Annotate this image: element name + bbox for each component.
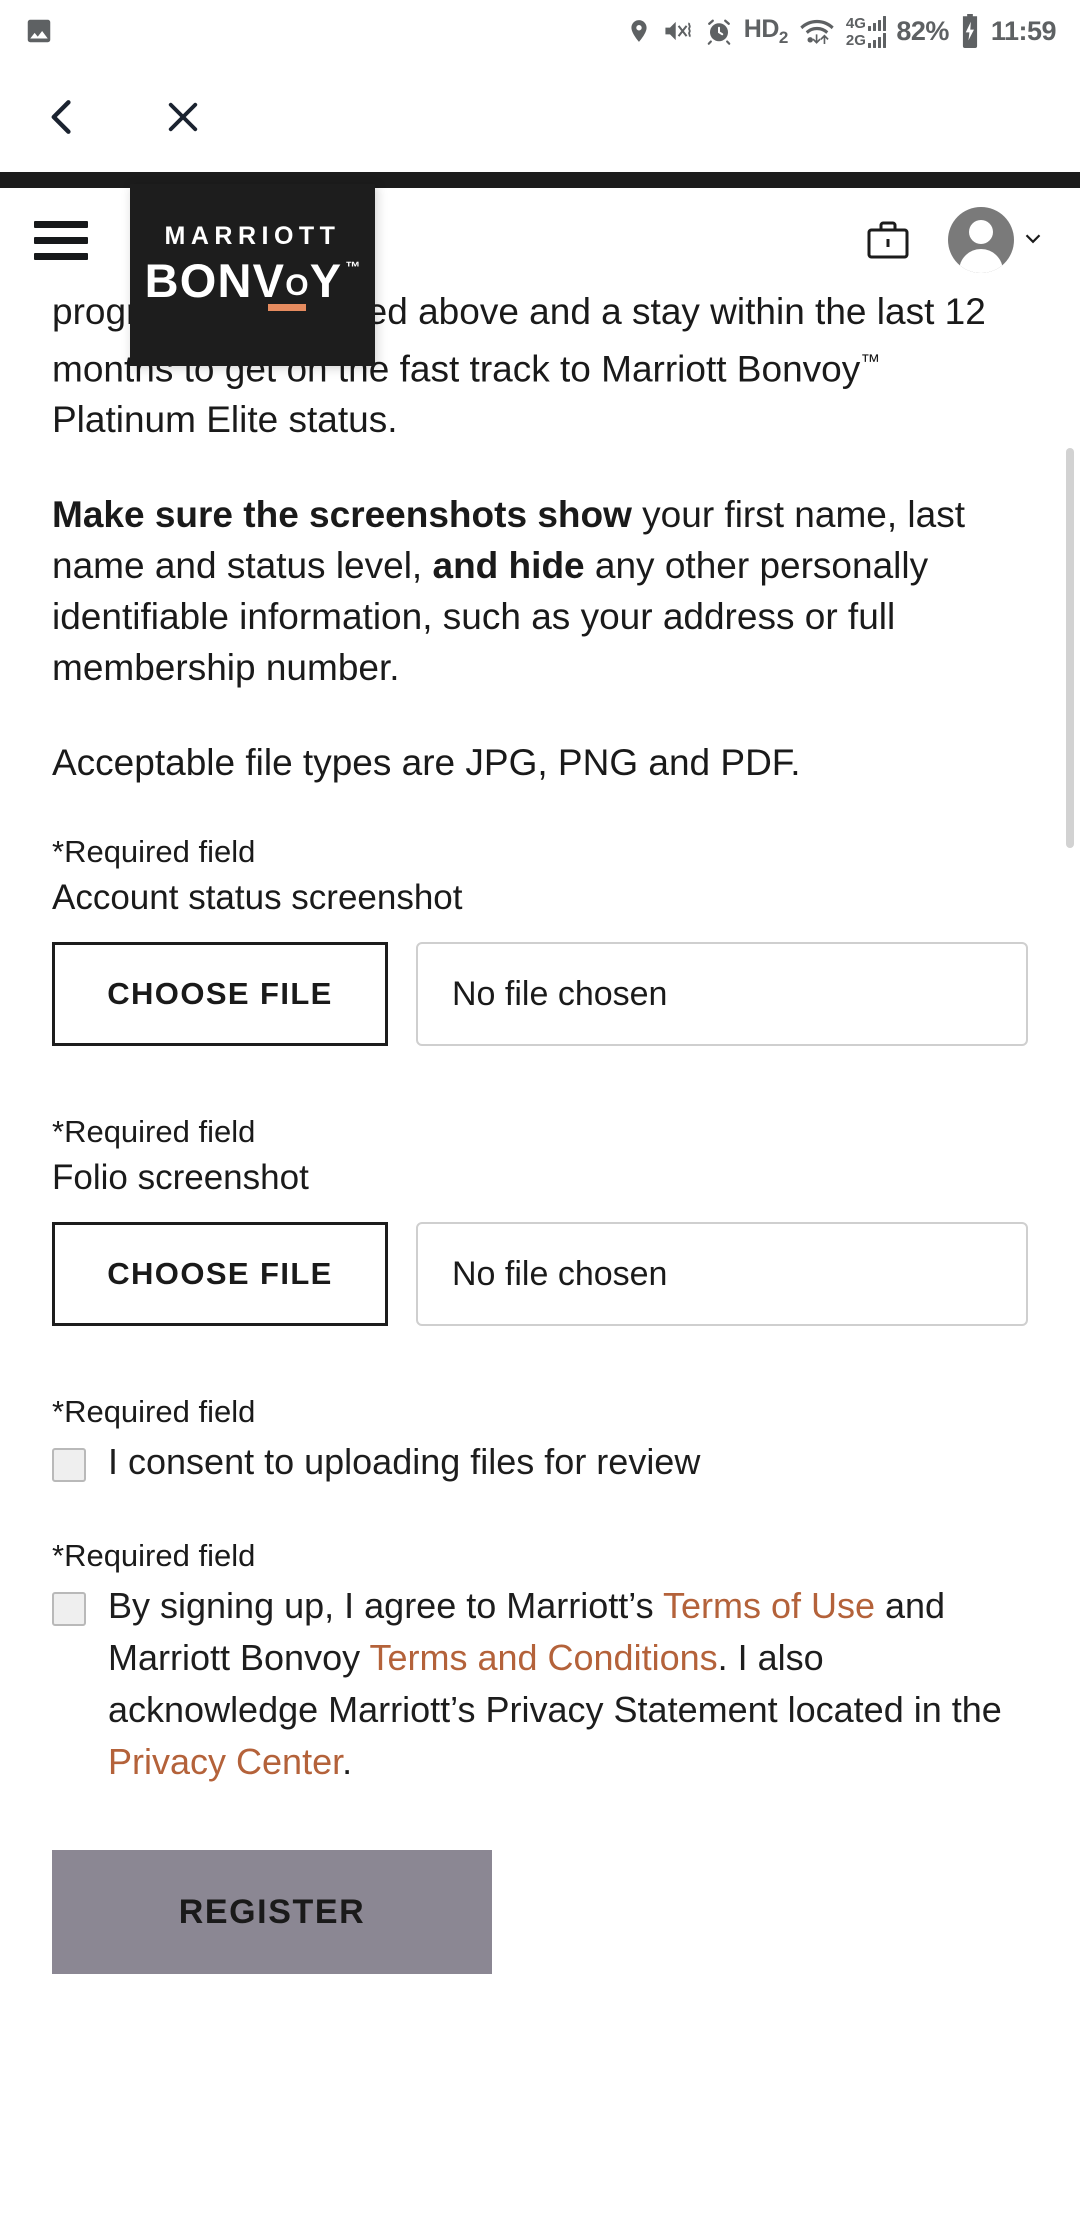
- logo-bonvoy-o: O: [285, 269, 310, 302]
- volume-mute-vibrate-icon: [662, 16, 694, 46]
- battery-percent-label: 82%: [896, 15, 949, 46]
- page-scrollbar[interactable]: [1066, 448, 1074, 848]
- accepted-file-types-text: Acceptable file types are JPG, PNG and P…: [52, 742, 801, 784]
- terms-consent-label: By signing up, I agree to Marriott’s Ter…: [108, 1580, 1028, 1788]
- marriott-bonvoy-logo[interactable]: MARRIOTT BONVOY ™: [130, 184, 375, 366]
- status-bar-indicators: HD2 4G 2G 82% 11:59: [626, 14, 1057, 48]
- account-menu[interactable]: [948, 207, 1046, 273]
- folio-field-title: Folio screenshot: [52, 1158, 309, 1198]
- upload-consent-label: I consent to uploading files for review: [108, 1441, 701, 1483]
- upload-consent-checkbox[interactable]: [52, 1448, 86, 1483]
- chevron-down-icon: [1020, 225, 1046, 256]
- terms-of-use-link[interactable]: Terms of Use: [663, 1585, 875, 1626]
- logo-bonvoy-suffix: Y: [309, 254, 343, 307]
- battery-charging-icon: [959, 14, 981, 48]
- account-status-required-label: *Required field: [52, 834, 256, 870]
- back-chevron-icon[interactable]: [40, 95, 84, 139]
- image-icon: [24, 16, 54, 46]
- terms-and-conditions-link[interactable]: Terms and Conditions: [369, 1637, 717, 1678]
- account-status-file-name: No file chosen: [416, 942, 1028, 1047]
- briefcase-icon[interactable]: [864, 216, 912, 264]
- terms-consent-checkbox[interactable]: [52, 1592, 86, 1627]
- browser-navigation-bar: [0, 62, 1080, 172]
- status-bar-clock: 11:59: [990, 15, 1057, 46]
- terms-text-part4: .: [342, 1741, 353, 1783]
- android-status-bar: HD2 4G 2G 82% 11:59: [0, 0, 1080, 62]
- hide-info-bold: and hide: [432, 545, 585, 587]
- logo-bonvoy-text: BONVOY: [144, 254, 343, 311]
- signal-bars-sim2: [867, 32, 887, 48]
- hd-voice-label: HD2: [743, 14, 789, 47]
- logo-marriott-text: MARRIOTT: [164, 222, 341, 250]
- instructions-paragraph-1-suffix: Platinum Elite status.: [52, 399, 398, 441]
- logo-trademark-symbol: ™: [345, 259, 361, 276]
- terms-text-part1: By signing up, I agree to Marriott’s: [108, 1585, 663, 1627]
- logo-bonvoy-prefix: BONV: [144, 254, 286, 307]
- upload-consent-row: I consent to uploading files for review: [52, 1436, 1028, 1488]
- header-actions: [864, 207, 1046, 273]
- signal-bars-sim1: [867, 15, 887, 31]
- terms-consent-required-label: *Required field: [52, 1538, 256, 1574]
- registration-form-content: program you selected above and a stay wi…: [0, 296, 1080, 2220]
- close-x-icon[interactable]: [162, 96, 204, 138]
- account-status-field-title: Account status screenshot: [52, 878, 463, 918]
- terms-consent-row: By signing up, I agree to Marriott’s Ter…: [52, 1580, 1028, 1788]
- folio-required-label: *Required field: [52, 1114, 256, 1150]
- account-status-choose-file-button[interactable]: CHOOSE FILE: [52, 942, 388, 1047]
- hamburger-menu-icon[interactable]: [34, 220, 88, 260]
- account-avatar-icon: [948, 207, 1014, 273]
- privacy-center-link[interactable]: Privacy Center: [108, 1741, 342, 1782]
- terms-consent-block: *Required field By signing up, I agree t…: [52, 1536, 1028, 1788]
- instructions-paragraph-2: Make sure the screenshots show your firs…: [52, 489, 1028, 693]
- wifi-icon: [798, 16, 836, 46]
- location-pin-icon: [626, 15, 652, 47]
- logo-orange-underline: [267, 304, 306, 311]
- register-button[interactable]: REGISTER: [52, 1850, 492, 1975]
- status-bar-notifications: [24, 16, 54, 46]
- account-status-file-row: CHOOSE FILE No file chosen: [52, 942, 1028, 1047]
- folio-choose-file-button[interactable]: CHOOSE FILE: [52, 1222, 388, 1327]
- folio-file-name: No file chosen: [416, 1222, 1028, 1327]
- dual-sim-signal-indicator: 4G 2G: [846, 15, 887, 48]
- folio-file-row: CHOOSE FILE No file chosen: [52, 1222, 1028, 1327]
- upload-consent-required-label: *Required field: [52, 1394, 256, 1430]
- bonvoy-tm-sup: ™: [860, 351, 881, 373]
- upload-consent-block: *Required field I consent to uploading f…: [52, 1392, 1028, 1488]
- screenshot-requirement-bold: Make sure the screenshots show: [52, 494, 632, 536]
- alarm-clock-icon: [704, 16, 734, 46]
